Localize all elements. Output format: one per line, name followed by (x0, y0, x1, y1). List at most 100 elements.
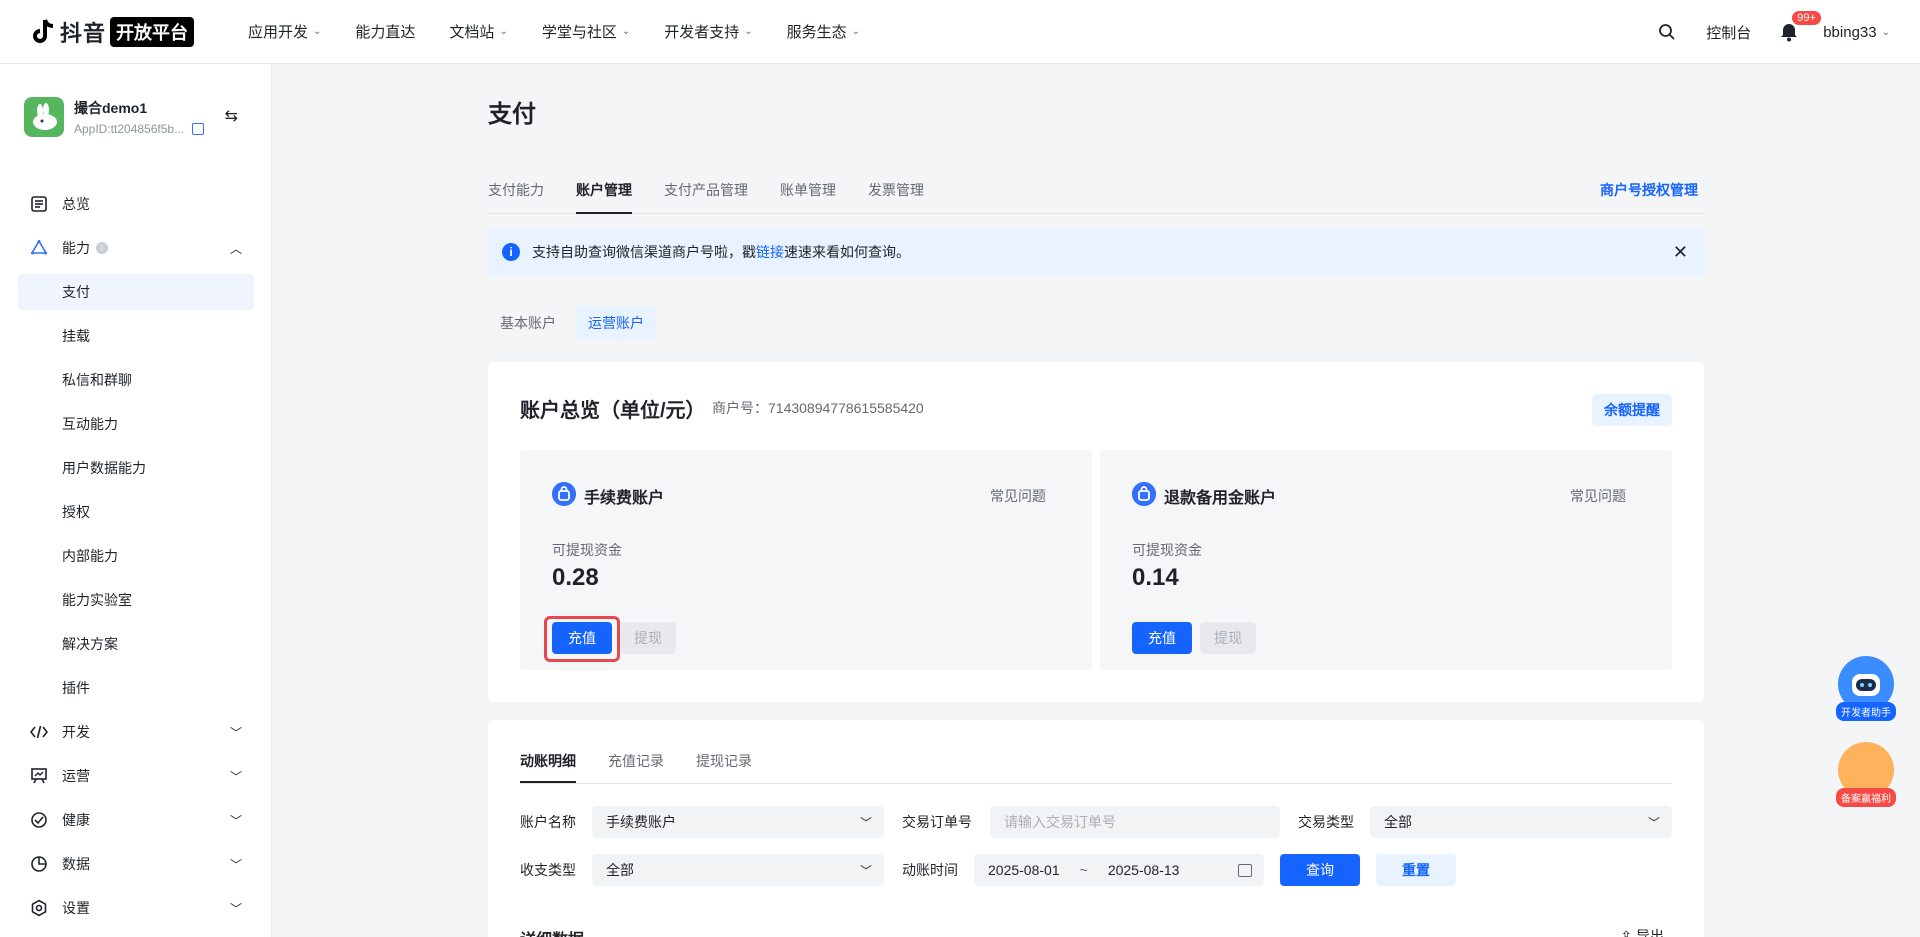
sidebar-subitem-lab[interactable]: 能力实验室 (18, 578, 254, 622)
sidebar-item-label: 数据 (62, 856, 90, 872)
chevron-down-icon: ⌄ (313, 26, 322, 37)
sidebar-subitem-internal[interactable]: 内部能力 (18, 534, 254, 578)
reset-button[interactable]: 重置 (1376, 854, 1456, 886)
sidebar-item-operate[interactable]: 运营 ﹀ (18, 754, 254, 798)
chevron-down-icon: ﹀ (229, 901, 242, 916)
switch-app-icon[interactable]: ⇆ (225, 106, 238, 126)
recharge-button[interactable]: 充值 (1132, 622, 1192, 654)
chevron-down-icon: ﹀ (229, 769, 242, 784)
withdraw-button[interactable]: 提现 (1200, 622, 1256, 654)
faq-link[interactable]: 常见问题 (1570, 486, 1626, 506)
nav-ecosystem[interactable]: 服务生态 ⌄ (787, 21, 860, 42)
sidebar-item-data[interactable]: 数据 ﹀ (18, 842, 254, 886)
account-overview-card: 账户总览（单位/元） 商户号：71430894778615585420 余额提醒… (488, 362, 1704, 702)
sidebar-item-settings[interactable]: 设置 ﹀ (18, 886, 254, 930)
chevron-down-icon: ⌄ (744, 26, 753, 37)
transaction-type-select[interactable]: 全部 ﹀ (1370, 806, 1672, 838)
nav-ability-direct[interactable]: 能力直达 (355, 21, 415, 42)
notice-text: 支持自助查询微信渠道商户号啦，戳链接速速来看如何查询。 (532, 242, 910, 262)
nav-docs[interactable]: 文档站 ⌄ (449, 21, 507, 42)
withdrawable-label: 可提现资金 (552, 542, 622, 558)
info-icon[interactable]: i (96, 242, 108, 254)
chevron-down-icon: ⌄ (499, 26, 508, 37)
merchant-auth-link[interactable]: 商户号授权管理 (1600, 170, 1698, 210)
sidebar-item-ability[interactable]: 能力 i ︿ (18, 226, 254, 270)
sidebar-subitem-mount[interactable]: 挂载 (18, 314, 254, 358)
sidebar-item-label: 开发 (62, 724, 90, 740)
withdrawable-amount: 0.14 (1132, 564, 1179, 591)
details-tabs: 动账明细 充值记录 提现记录 (520, 720, 1672, 784)
nav-label: 应用开发 (248, 24, 309, 41)
query-button[interactable]: 查询 (1280, 854, 1360, 886)
income-expense-select[interactable]: 全部 ﹀ (592, 854, 884, 886)
tab-bill-management[interactable]: 账单管理 (780, 170, 836, 214)
notice-text-after: 速速来看如何查询。 (784, 244, 910, 260)
sidebar-subitem-label: 支付 (62, 284, 90, 300)
notice-link[interactable]: 链接 (756, 244, 784, 260)
nav-academy[interactable]: 学堂与社区 ⌄ (542, 21, 630, 42)
code-icon (30, 725, 48, 739)
nav-label: 开发者支持 (664, 24, 740, 41)
notification-bell[interactable]: 99+ (1779, 10, 1822, 42)
tab-payment-ability[interactable]: 支付能力 (488, 170, 544, 214)
sidebar-subitem-user-data[interactable]: 用户数据能力 (18, 446, 254, 490)
export-label: 导出 (1636, 928, 1664, 937)
top-right-actions: 控制台 99+ bbing33 ⌄ (1658, 0, 1890, 64)
filter-label: 收支类型 (520, 862, 576, 878)
faq-link[interactable]: 常见问题 (990, 486, 1046, 506)
logo[interactable]: 抖音 开放平台 (30, 16, 218, 48)
balance-reminder-button[interactable]: 余额提醒 (1592, 394, 1672, 426)
export-button[interactable]: ⇪ 导出 (1620, 926, 1664, 937)
tab-account-management[interactable]: 账户管理 (576, 170, 632, 214)
chevron-down-icon: ﹀ (229, 857, 242, 872)
account-name: 手续费账户 (584, 490, 665, 507)
sidebar-item-overview[interactable]: 总览 (18, 182, 254, 226)
sidebar-subitem-plugins[interactable]: 插件 (18, 666, 254, 710)
tab-transaction-detail[interactable]: 动账明细 (520, 743, 576, 783)
user-menu[interactable]: bbing33 ⌄ (1823, 24, 1890, 41)
sidebar-subitem-payment[interactable]: 支付 (18, 274, 254, 310)
sidebar-subitem-label: 互动能力 (62, 416, 118, 432)
chevron-up-icon: ︿ (229, 241, 242, 256)
main-nav: 应用开发 ⌄ 能力直达 文档站 ⌄ 学堂与社区 ⌄ 开发者支持 ⌄ 服务生态 ⌄ (248, 21, 894, 42)
nav-dev-support[interactable]: 开发者支持 ⌄ (664, 21, 752, 42)
sidebar-subitem-interaction[interactable]: 互动能力 (18, 402, 254, 446)
nav-app-dev[interactable]: 应用开发 ⌄ (248, 21, 321, 42)
search-icon[interactable] (1658, 23, 1676, 41)
sidebar-subitem-solutions[interactable]: 解决方案 (18, 622, 254, 666)
export-icon: ⇪ (1620, 928, 1633, 937)
withdraw-button[interactable]: 提现 (620, 622, 676, 654)
close-icon[interactable]: ✕ (1673, 242, 1688, 263)
filter-label: 动账时间 (902, 862, 958, 878)
nav-label: 文档站 (449, 24, 495, 41)
sidebar-subitem-label: 挂载 (62, 328, 90, 344)
date-range-picker[interactable]: 2025-08-01 ~ 2025-08-13 (974, 854, 1264, 886)
sidebar-subitem-messaging[interactable]: 私信和群聊 (18, 358, 254, 402)
sidebar-subitem-label: 能力实验室 (62, 592, 132, 608)
sidebar-item-develop[interactable]: 开发 ﹀ (18, 710, 254, 754)
welfare-label: 备案赢福利 (1836, 788, 1896, 807)
tab-recharge-records[interactable]: 充值记录 (608, 743, 664, 783)
sidebar-subitem-auth[interactable]: 授权 (18, 490, 254, 534)
refund-reserve-account-card: 退款备用金账户 常见问题 可提现资金 0.14 充值 提现 (1100, 450, 1672, 670)
sidebar-item-label: 能力 (62, 240, 90, 256)
app-id: AppID:tt204856f5b... (74, 122, 185, 136)
sidebar-item-health[interactable]: 健康 ﹀ (18, 798, 254, 842)
subtab-basic-account[interactable]: 基本账户 (488, 306, 568, 340)
console-link[interactable]: 控制台 (1706, 22, 1751, 43)
filing-welfare-widget[interactable]: 备案赢福利 (1836, 742, 1896, 807)
tab-withdraw-records[interactable]: 提现记录 (696, 743, 752, 783)
account-subtabs: 基本账户 运营账户 (488, 306, 664, 340)
copy-icon[interactable] (192, 123, 204, 135)
assistant-label: 开发者助手 (1836, 702, 1896, 721)
filter-row-1: 账户名称 手续费账户 ﹀ 交易订单号 请输入交易订单号 交易类型 全部 ﹀ (520, 806, 1672, 838)
account-name-select[interactable]: 手续费账户 ﹀ (592, 806, 884, 838)
order-number-input[interactable]: 请输入交易订单号 (990, 806, 1280, 838)
recharge-button[interactable]: 充值 (552, 622, 612, 654)
tab-payment-product[interactable]: 支付产品管理 (664, 170, 748, 214)
info-icon: i (502, 243, 520, 261)
gear-icon (31, 899, 47, 917)
tab-invoice-management[interactable]: 发票管理 (868, 170, 924, 214)
subtab-operation-account[interactable]: 运营账户 (576, 306, 656, 340)
developer-assistant-widget[interactable]: 开发者助手 (1836, 656, 1896, 721)
